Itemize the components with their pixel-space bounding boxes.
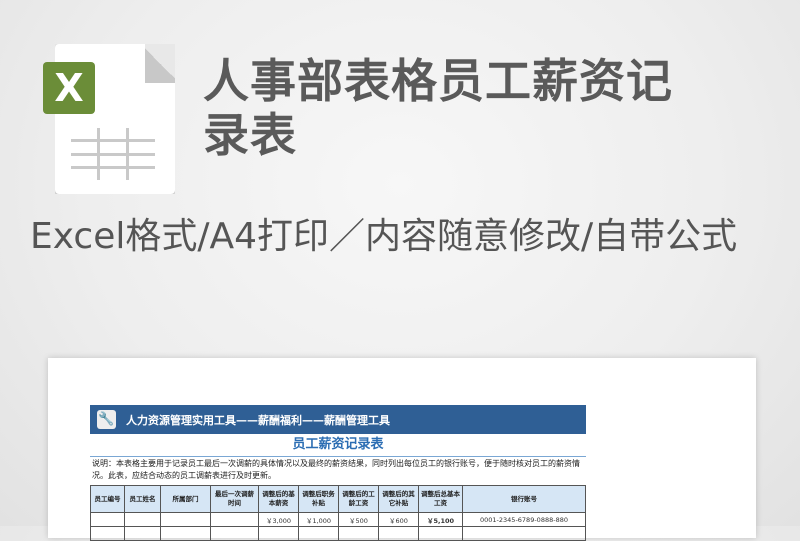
table-cell[interactable] [258, 526, 299, 541]
page-subtitle: Excel格式/A4打印／内容随意修改/自带公式 [30, 216, 738, 257]
table-cell[interactable] [160, 526, 211, 541]
table-cell[interactable]: ￥500 [338, 512, 379, 527]
table-cell[interactable] [462, 526, 586, 541]
table-cell[interactable] [124, 526, 161, 541]
table-row: ￥3,000 ￥1,000 ￥500 ￥600 ￥5,100 0001-2345… [90, 512, 586, 527]
table-cell[interactable] [210, 512, 259, 527]
page-title: 人事部表格员工薪资记录表 [203, 54, 673, 162]
table-cell[interactable]: ￥600 [378, 512, 419, 527]
col-header: 调整后职务补贴 [298, 485, 339, 513]
col-header: 员工编号 [90, 485, 125, 513]
spreadsheet-grid-icon [71, 128, 155, 180]
table-header-row: 员工编号 员工姓名 所属部门 最后一次调薪时间 调整后的基本薪资 调整后职务补贴… [90, 485, 586, 513]
table-cell-total[interactable]: ￥5,100 [418, 512, 463, 527]
excel-file-icon: X [43, 44, 175, 196]
col-header: 员工姓名 [124, 485, 161, 513]
page-fold [145, 44, 175, 83]
sheet-preview: 🔧 人力资源管理实用工具——薪酬福利——薪酬管理工具 员工薪资记录表 说明：本表… [48, 358, 756, 541]
table-cell[interactable] [338, 526, 379, 541]
table-cell[interactable]: 0001-2345-6789-0888-880 [462, 512, 586, 527]
spreadsheet: 🔧 人力资源管理实用工具——薪酬福利——薪酬管理工具 员工薪资记录表 说明：本表… [90, 405, 586, 541]
col-header: 调整后总基本工资 [418, 485, 463, 513]
wrench-icon: 🔧 [97, 410, 116, 429]
table-cell[interactable] [90, 512, 125, 527]
table-cell[interactable] [160, 512, 211, 527]
col-header: 调整后的其它补贴 [378, 485, 419, 513]
excel-badge-icon: X [43, 62, 95, 114]
col-header: 调整后的工龄工资 [338, 485, 379, 513]
table-cell[interactable] [124, 512, 161, 527]
col-header: 所属部门 [160, 485, 211, 513]
col-header: 银行账号 [462, 485, 586, 513]
table-cell[interactable] [90, 526, 125, 541]
table-cell[interactable] [210, 526, 259, 541]
sheet-note: 说明：本表格主要用于记录员工最后一次调薪的具体情况以及最终的薪资结果，同时列出每… [92, 459, 580, 480]
col-header: 最后一次调薪时间 [210, 485, 259, 513]
table-row [90, 526, 586, 541]
salary-table: 员工编号 员工姓名 所属部门 最后一次调薪时间 调整后的基本薪资 调整后职务补贴… [90, 485, 586, 541]
table-cell[interactable]: ￥1,000 [298, 512, 339, 527]
table-cell[interactable] [418, 526, 463, 541]
table-cell[interactable]: ￥3,000 [258, 512, 299, 527]
banner-text: 人力资源管理实用工具——薪酬福利——薪酬管理工具 [126, 413, 390, 427]
col-header: 调整后的基本薪资 [258, 485, 299, 513]
tool-banner: 🔧 人力资源管理实用工具——薪酬福利——薪酬管理工具 [90, 405, 586, 434]
table-cell[interactable] [298, 526, 339, 541]
sheet-title: 员工薪资记录表 [90, 434, 586, 457]
table-cell[interactable] [378, 526, 419, 541]
